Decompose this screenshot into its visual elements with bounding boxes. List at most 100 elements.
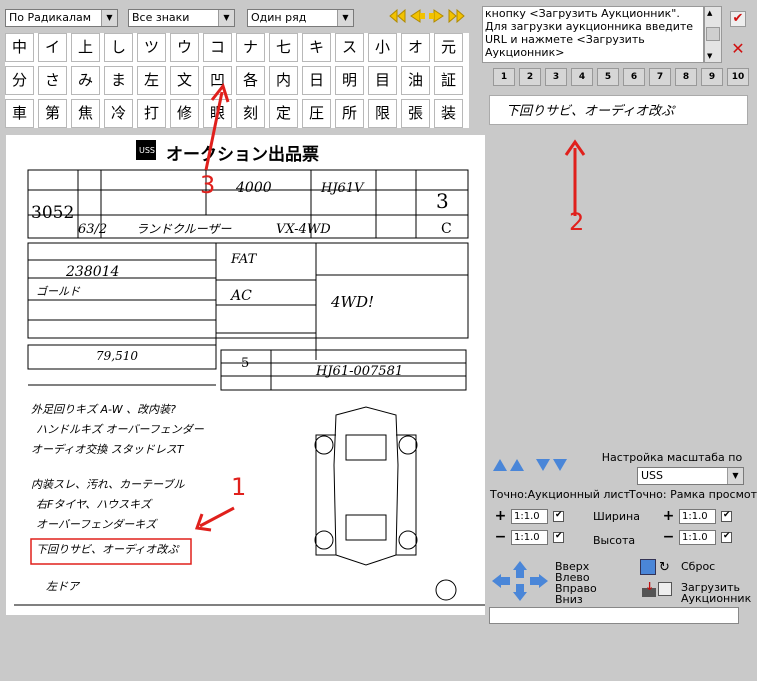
kanji-button[interactable]: 小 [368,33,397,62]
sheet-width-field[interactable]: 1:1.0 [511,509,548,524]
radical-select[interactable]: По Радикалам ▼ [5,9,118,27]
kanji-button[interactable]: し [104,33,133,62]
load-auction-label[interactable]: Загрузить Аукционник [681,582,751,604]
kanji-button[interactable]: 油 [401,66,430,95]
kanji-button[interactable]: キ [302,33,331,62]
kanji-button[interactable]: み [71,66,100,95]
svg-text:下回りサビ、オーディオ改ぷ: 下回りサビ、オーディオ改ぷ [36,543,180,556]
kanji-button[interactable]: 元 [434,33,463,62]
frame-height-field[interactable]: 1:1.0 [679,530,716,545]
kanji-button[interactable]: 車 [5,99,34,128]
sheet-height-checkbox[interactable]: ✔ [553,531,564,543]
kanji-button[interactable]: 各 [236,66,265,95]
svg-text:79,510: 79,510 [96,349,138,363]
page-button[interactable]: 9 [701,68,723,86]
nav-down[interactable]: Вниз [555,593,583,606]
info-textbox[interactable]: кнопку <Загрузить Аукционник". Для загру… [482,6,704,63]
next-page-icon[interactable] [428,9,446,23]
url-input[interactable] [489,607,739,624]
sheet-width-checkbox[interactable]: ✔ [553,510,564,522]
page-button[interactable]: 6 [623,68,645,86]
sheet-height-value: 1:1.0 [514,532,540,543]
kanji-button[interactable]: 修 [170,99,199,128]
kanji-button[interactable]: 定 [269,99,298,128]
kanji-button[interactable]: 冷 [104,99,133,128]
refresh-icon[interactable]: ↻ [659,560,670,575]
page-button[interactable]: 10 [727,68,749,86]
direction-pad[interactable] [490,560,550,602]
prev-page-icon[interactable] [408,9,426,23]
reset-label[interactable]: Сброс [681,560,715,573]
kanji-button[interactable]: 内 [269,66,298,95]
kanji-button[interactable]: 第 [38,99,67,128]
last-page-icon[interactable] [447,9,465,23]
kanji-button[interactable]: 所 [335,99,364,128]
page-button[interactable]: 7 [649,68,671,86]
sheet-type-select[interactable]: USS ▼ [637,467,744,485]
kanji-button[interactable]: 明 [335,66,364,95]
svg-text:ハンドルキズ オーバーフェンダー: ハンドルキズ オーバーフェンダー [36,423,205,436]
kanji-button[interactable]: 左 [137,66,166,95]
kanji-button[interactable]: ス [335,33,364,62]
svg-text:VX-4WD: VX-4WD [276,222,331,237]
scale-up-icon[interactable] [492,458,526,472]
kanji-button[interactable]: オ [401,33,430,62]
kanji-button[interactable]: 中 [5,33,34,62]
kanji-button[interactable]: さ [38,66,67,95]
precise-frame-label: Точно: Рамка просмотра [629,488,757,501]
kanji-button[interactable]: イ [38,33,67,62]
row-select[interactable]: Один ряд ▼ [247,9,354,27]
page-button[interactable]: 1 [493,68,515,86]
kanji-button[interactable]: 目 [368,66,397,95]
close-icon[interactable]: ✕ [730,41,746,57]
kanji-button[interactable]: 焦 [71,99,100,128]
page-button[interactable]: 3 [545,68,567,86]
precise-sheet-label: Точно:Аукционный лист [490,488,630,501]
minus-icon[interactable]: − [661,530,676,545]
kanji-button[interactable]: 分 [5,66,34,95]
download-icon[interactable]: ↓ [640,580,658,598]
scroll-thumb[interactable] [706,27,720,41]
plus-icon[interactable]: + [661,509,676,524]
minus-icon[interactable]: − [493,530,508,545]
kanji-button[interactable]: 上 [71,33,100,62]
kanji-button[interactable]: 張 [401,99,430,128]
kanji-grid: 中イ上しツウコナ七キス小オ元分さみま左文凹各内日明目油証車第焦冷打修眼刻定圧所限… [5,33,469,128]
svg-text:ランドクルーザー: ランドクルーザー [136,222,232,236]
checkmark-icon[interactable]: ✔ [730,11,746,27]
kanji-button[interactable]: 文 [170,66,199,95]
scroll-down-icon[interactable]: ▼ [707,52,712,60]
plus-icon[interactable]: + [493,509,508,524]
kanji-button[interactable]: 打 [137,99,166,128]
kanji-button[interactable]: 証 [434,66,463,95]
page-button[interactable]: 8 [675,68,697,86]
scale-down-icon[interactable] [535,458,569,472]
document-icon[interactable] [658,582,672,596]
page-button[interactable]: 5 [597,68,619,86]
info-scrollbar[interactable]: ▲ ▼ [704,6,722,63]
reset-icon[interactable] [640,559,656,575]
kanji-button[interactable]: コ [203,33,232,62]
radical-select-value: По Радикалам [9,11,92,24]
page-button[interactable]: 4 [571,68,593,86]
frame-width-checkbox[interactable]: ✔ [721,510,732,522]
kanji-button[interactable]: 圧 [302,99,331,128]
kanji-button[interactable]: 限 [368,99,397,128]
kanji-button[interactable]: 装 [434,99,463,128]
kanji-button[interactable]: 七 [269,33,298,62]
scroll-up-icon[interactable]: ▲ [707,9,712,17]
kanji-button[interactable]: 刻 [236,99,265,128]
kanji-button[interactable]: 日 [302,66,331,95]
signs-select[interactable]: Все знаки ▼ [128,9,235,27]
frame-height-checkbox[interactable]: ✔ [721,531,732,543]
svg-text:内装スレ、汚れ、カーテーブル: 内装スレ、汚れ、カーテーブル [31,478,185,491]
sheet-height-field[interactable]: 1:1.0 [511,530,548,545]
frame-width-field[interactable]: 1:1.0 [679,509,716,524]
kanji-button[interactable]: ウ [170,33,199,62]
page-button[interactable]: 2 [519,68,541,86]
first-page-icon[interactable] [389,9,407,23]
kanji-button[interactable]: ま [104,66,133,95]
kanji-button[interactable]: ナ [236,33,265,62]
kanji-button[interactable]: ツ [137,33,166,62]
svg-text:HJ61-007581: HJ61-007581 [315,364,403,379]
